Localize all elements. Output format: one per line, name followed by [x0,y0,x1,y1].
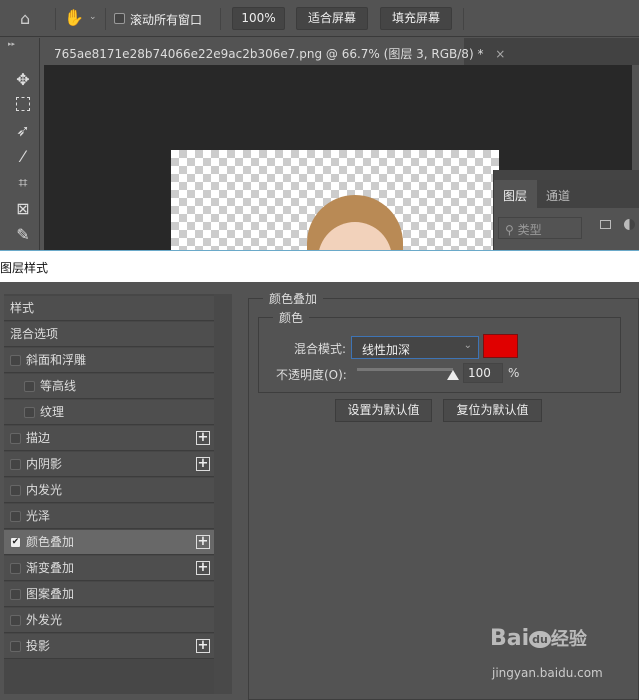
overlay-color-swatch[interactable] [483,334,518,358]
style-item-label: 光泽 [26,509,51,523]
styles-list: 样式混合选项斜面和浮雕等高线纹理描边 + 内阴影 + 内发光光泽 ✔ 颜色叠加 + 渐变叠加 + 图… [4,294,214,694]
baidu-watermark-logo: Bai du 经验 [490,626,587,651]
style-item[interactable]: 斜面和浮雕 [4,348,214,373]
style-checkbox[interactable] [10,433,21,444]
style-item[interactable]: 渐变叠加 + [4,556,214,581]
lasso-tool-icon[interactable]: ➶ [12,121,34,141]
style-item[interactable]: ✔ 颜色叠加 + [4,530,214,555]
add-effect-icon[interactable]: + [196,431,210,445]
styles-list-scrollbar[interactable] [214,294,232,694]
style-checkbox[interactable]: ✔ [10,537,21,548]
tab-channels[interactable]: 通道 [546,187,570,204]
tab-layers[interactable]: 图层 [494,180,537,208]
style-item-label: 颜色叠加 [26,535,75,549]
close-icon[interactable]: × [495,47,505,61]
style-item[interactable]: 样式 [4,296,214,321]
style-item[interactable]: 纹理 [4,400,214,425]
style-checkbox[interactable] [10,615,21,626]
style-item[interactable]: 内阴影 + [4,452,214,477]
image-filter-icon[interactable] [600,220,611,229]
hand-tool-icon[interactable]: ✋ [64,8,84,27]
document-title: 765ae8171e28b74066e22e9ac2b306e7.png @ 6… [54,47,484,61]
style-item-label: 混合选项 [10,327,59,341]
style-checkbox[interactable] [10,563,21,574]
opacity-unit: % [508,366,520,380]
search-icon: ⚲ [505,223,514,237]
tools-panel: ▸▸ ✥ ➶ ⁄ ⌗ ⊠ ✎ [0,38,40,250]
chevron-down-icon: ⌄ [463,340,472,351]
document-tab[interactable]: 765ae8171e28b74066e22e9ac2b306e7.png @ 6… [44,38,505,65]
opacity-slider-track[interactable] [357,368,453,371]
zoom-100-button[interactable]: 100% [232,7,285,30]
style-item[interactable]: 光泽 [4,504,214,529]
opacity-input[interactable]: 100 [463,363,503,383]
style-checkbox[interactable] [24,407,35,418]
blend-mode-label: 混合模式: [294,342,347,356]
move-tool-icon[interactable]: ✥ [12,70,34,90]
magic-wand-icon[interactable]: ⁄ [12,147,34,167]
style-checkbox[interactable] [10,459,21,470]
style-checkbox[interactable] [10,485,21,496]
style-item[interactable]: 等高线 [4,374,214,399]
filter-type: 类型 [517,223,542,237]
style-item[interactable]: 投影 + [4,634,214,659]
opacity-label: 不透明度(O): [276,368,347,382]
style-item[interactable]: 内发光 [4,478,214,503]
style-item[interactable]: 外发光 [4,608,214,633]
frame-tool-icon[interactable]: ⊠ [12,199,34,219]
fill-screen-button[interactable]: 填充屏幕 [380,7,452,30]
style-item-label: 样式 [10,301,35,315]
add-effect-icon[interactable]: + [196,457,210,471]
group-title: 颜色 [279,311,304,325]
blend-mode-select[interactable]: 线性加深 ⌄ [351,336,479,359]
style-checkbox[interactable] [24,381,35,392]
style-checkbox[interactable] [10,589,21,600]
style-checkbox[interactable] [10,641,21,652]
eyedropper-icon[interactable]: ✎ [12,225,34,245]
section-title: 颜色叠加 [269,292,318,306]
style-item-label: 内阴影 [26,457,63,471]
marquee-tool-icon[interactable] [12,95,34,115]
chevron-down-icon[interactable]: ⌄ [89,12,97,22]
style-item-label: 渐变叠加 [26,561,75,575]
scroll-all-label: 滚动所有窗口 [130,13,203,27]
add-effect-icon[interactable]: + [196,639,210,653]
options-bar: ⌂ ✋ ⌄ 滚动所有窗口 100% 适合屏幕 填充屏幕 [0,0,639,37]
style-item-label: 投影 [26,639,51,653]
style-item[interactable]: 混合选项 [4,322,214,347]
add-effect-icon[interactable]: + [196,535,210,549]
add-effect-icon[interactable]: + [196,561,210,575]
style-checkbox[interactable] [10,511,21,522]
style-item-label: 图案叠加 [26,587,75,601]
style-item-label: 外发光 [26,613,63,627]
style-item-label: 斜面和浮雕 [26,353,87,367]
style-item-label: 描边 [26,431,51,445]
home-icon[interactable]: ⌂ [20,9,30,28]
style-checkbox[interactable] [10,355,21,366]
style-item[interactable]: 描边 + [4,426,214,451]
reset-default-button[interactable]: 复位为默认值 [443,399,542,422]
style-item-label: 等高线 [40,379,77,393]
scroll-all-checkbox[interactable] [114,13,125,24]
layers-panel: 图层 通道 ⚲ 类型 [493,170,639,250]
style-item-label: 纹理 [40,405,65,419]
crop-tool-icon[interactable]: ⌗ [12,173,34,193]
blend-mode-value: 线性加深 [362,343,411,357]
opacity-slider-thumb[interactable] [447,370,459,380]
set-default-button[interactable]: 设置为默认值 [335,399,432,422]
fit-screen-button[interactable]: 适合屏幕 [296,7,368,30]
style-item-label: 内发光 [26,483,63,497]
watermark-url: jingyan.baidu.com [492,666,603,680]
style-item[interactable]: 图案叠加 [4,582,214,607]
layer-filter-select[interactable]: ⚲ 类型 [498,217,582,239]
dialog-title: 图层样式 [0,250,639,282]
expand-icon[interactable]: ▸▸ [8,40,15,48]
adjustment-filter-icon[interactable] [624,219,635,230]
